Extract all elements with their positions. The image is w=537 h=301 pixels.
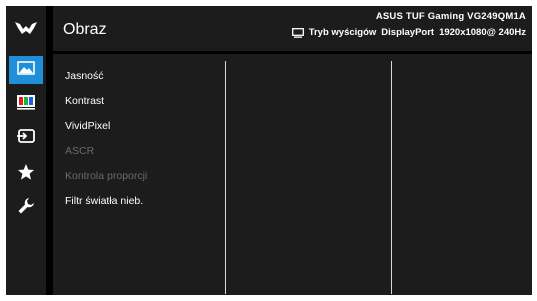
sidebar bbox=[6, 6, 46, 295]
sidebar-item-favorite[interactable] bbox=[12, 160, 40, 188]
column-divider bbox=[225, 61, 226, 294]
monitor-icon bbox=[291, 27, 304, 38]
page-title: Obraz bbox=[63, 21, 107, 38]
menu-item-blue-light-filter[interactable]: Filtr światła nieb. bbox=[65, 195, 143, 207]
model-name: ASUS TUF Gaming VG249QM1A bbox=[375, 11, 526, 22]
mode-label: Tryb wyścigów bbox=[308, 27, 377, 38]
menu-item-contrast[interactable]: Kontrast bbox=[65, 95, 104, 107]
resolution-label: 1920x1080@ 240Hz bbox=[439, 27, 526, 38]
star-icon bbox=[17, 163, 35, 186]
sidebar-item-color[interactable] bbox=[12, 90, 40, 118]
menu-item-brightness[interactable]: Jasność bbox=[65, 70, 104, 82]
content-panel: Jasność Kontrast VividPixel ASCR Kontrol… bbox=[53, 54, 532, 295]
image-icon bbox=[17, 60, 35, 80]
wrench-icon bbox=[17, 197, 35, 220]
menu-item-vividpixel[interactable]: VividPixel bbox=[65, 120, 110, 132]
input-select-icon bbox=[17, 128, 35, 149]
color-icon bbox=[16, 94, 36, 115]
sidebar-item-system[interactable] bbox=[12, 194, 40, 222]
sidebar-item-input[interactable] bbox=[12, 124, 40, 152]
input-label: DisplayPort bbox=[381, 27, 435, 38]
column-divider bbox=[391, 61, 392, 294]
osd-window: Obraz ASUS TUF Gaming VG249QM1A Tryb wyś… bbox=[6, 6, 532, 295]
sidebar-item-image[interactable] bbox=[9, 56, 43, 84]
tuf-logo-icon bbox=[12, 14, 40, 42]
menu-item-ascr: ASCR bbox=[65, 145, 95, 157]
menu-item-aspect-control: Kontrola proporcji bbox=[65, 170, 148, 182]
header: Obraz ASUS TUF Gaming VG249QM1A Tryb wyś… bbox=[53, 6, 532, 51]
status-bar: Tryb wyścigów DisplayPort 1920x1080@ 240… bbox=[291, 27, 526, 38]
